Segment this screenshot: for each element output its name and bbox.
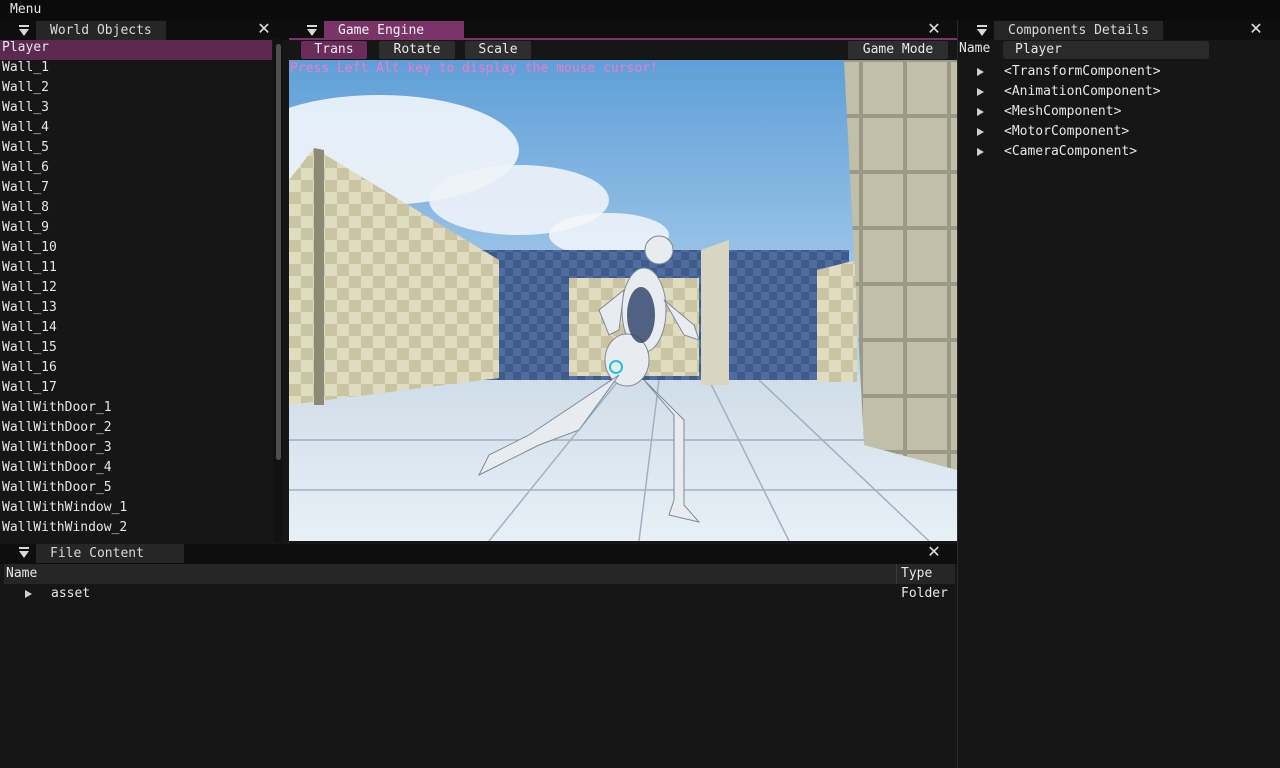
world-object-item[interactable]: Wall_11 bbox=[2, 258, 57, 278]
close-icon[interactable]: ✕ bbox=[927, 544, 941, 560]
collapse-icon[interactable] bbox=[307, 25, 317, 27]
menu-bar: Menu bbox=[0, 0, 1280, 20]
world-object-item[interactable]: Wall_12 bbox=[2, 278, 57, 298]
world-object-item[interactable]: WallWithDoor_3 bbox=[2, 438, 112, 458]
collapse-triangle-icon[interactable] bbox=[977, 29, 987, 36]
world-object-item[interactable]: Wall_7 bbox=[2, 178, 49, 198]
world-object-item[interactable]: Wall_4 bbox=[2, 118, 49, 138]
tab-file-content[interactable]: File Content bbox=[36, 544, 184, 563]
game-mode-button[interactable]: Game Mode bbox=[848, 41, 948, 59]
menu-button[interactable]: Menu bbox=[10, 2, 41, 17]
component-item[interactable]: <MotorComponent> bbox=[1004, 122, 1129, 142]
world-object-item[interactable]: WallWithDoor_2 bbox=[2, 418, 112, 438]
world-object-item[interactable]: Wall_16 bbox=[2, 358, 57, 378]
world-object-item[interactable]: Wall_9 bbox=[2, 218, 49, 238]
collapse-icon[interactable] bbox=[19, 547, 29, 549]
collapse-triangle-icon[interactable] bbox=[19, 551, 29, 558]
collapse-icon[interactable] bbox=[977, 25, 987, 27]
world-object-item[interactable]: Wall_15 bbox=[2, 338, 57, 358]
file-table-header bbox=[4, 564, 955, 584]
name-input[interactable]: Player bbox=[1003, 41, 1209, 59]
world-object-item-player[interactable]: Player bbox=[2, 38, 49, 58]
world-object-item[interactable]: WallWithWindow_1 bbox=[2, 498, 127, 518]
world-object-item[interactable]: Wall_8 bbox=[2, 198, 49, 218]
expand-arrow-icon[interactable] bbox=[25, 590, 32, 598]
world-object-item[interactable]: WallWithDoor_4 bbox=[2, 458, 112, 478]
world-object-item[interactable]: Wall_5 bbox=[2, 138, 49, 158]
component-item[interactable]: <AnimationComponent> bbox=[1004, 82, 1161, 102]
component-item[interactable]: <MeshComponent> bbox=[1004, 102, 1121, 122]
tab-components-details[interactable]: Components Details bbox=[994, 21, 1163, 40]
scene-render bbox=[289, 60, 957, 541]
rotate-button[interactable]: Rotate bbox=[379, 41, 455, 59]
expand-arrow-icon[interactable] bbox=[977, 88, 984, 96]
expand-arrow-icon[interactable] bbox=[977, 108, 984, 116]
close-icon[interactable]: ✕ bbox=[927, 21, 941, 37]
world-object-item[interactable]: Wall_2 bbox=[2, 78, 49, 98]
tab-world-objects[interactable]: World Objects bbox=[36, 21, 166, 40]
close-icon[interactable]: ✕ bbox=[1249, 21, 1263, 37]
close-icon[interactable]: ✕ bbox=[257, 21, 271, 37]
mouse-cursor-hint: Press Left Alt key to display the mouse … bbox=[290, 61, 658, 76]
collapse-triangle-icon[interactable] bbox=[19, 29, 29, 36]
name-label: Name bbox=[959, 41, 991, 56]
world-object-item[interactable]: Wall_1 bbox=[2, 58, 49, 78]
tab-game-engine[interactable]: Game Engine bbox=[324, 21, 464, 40]
expand-arrow-icon[interactable] bbox=[977, 68, 984, 76]
collapse-triangle-icon[interactable] bbox=[307, 29, 317, 36]
file-row-name[interactable]: asset bbox=[51, 584, 90, 604]
game-viewport[interactable] bbox=[289, 60, 957, 541]
world-object-item[interactable]: Wall_6 bbox=[2, 158, 49, 178]
column-header-type[interactable]: Type bbox=[901, 564, 932, 584]
component-item[interactable]: <TransformComponent> bbox=[1004, 62, 1161, 82]
world-object-item[interactable]: Wall_13 bbox=[2, 298, 57, 318]
column-divider[interactable] bbox=[896, 564, 897, 584]
collapse-icon[interactable] bbox=[19, 25, 29, 27]
expand-arrow-icon[interactable] bbox=[977, 128, 984, 136]
world-object-item[interactable]: Wall_17 bbox=[2, 378, 57, 398]
component-item[interactable]: <CameraComponent> bbox=[1004, 142, 1137, 162]
world-object-item[interactable]: Wall_14 bbox=[2, 318, 57, 338]
scale-button[interactable]: Scale bbox=[465, 41, 531, 59]
trans-button[interactable]: Trans bbox=[301, 41, 367, 59]
column-header-name[interactable]: Name bbox=[6, 564, 37, 584]
file-row-type: Folder bbox=[901, 586, 948, 601]
expand-arrow-icon[interactable] bbox=[977, 148, 984, 156]
world-object-item[interactable]: WallWithDoor_1 bbox=[2, 398, 112, 418]
scrollbar-thumb[interactable] bbox=[276, 44, 281, 460]
world-object-item[interactable]: Wall_3 bbox=[2, 98, 49, 118]
world-object-item[interactable]: WallWithDoor_5 bbox=[2, 478, 112, 498]
world-object-item[interactable]: WallWithWindow_2 bbox=[2, 518, 127, 538]
world-object-item[interactable]: Wall_10 bbox=[2, 238, 57, 258]
